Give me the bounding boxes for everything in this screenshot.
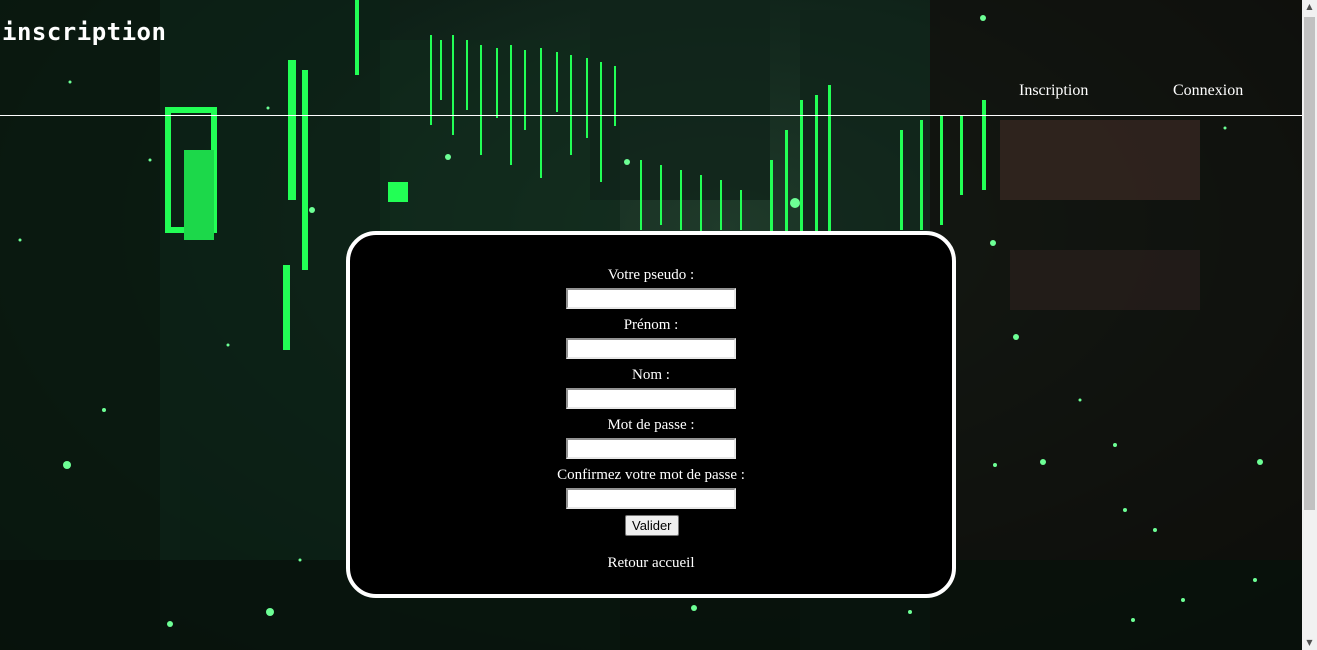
submit-button[interactable]: Valider [625,515,679,536]
confirm-password-label: Confirmez votre mot de passe : [557,467,745,483]
password-field-group: Mot de passe : [350,416,952,459]
confirm-password-input[interactable] [566,488,736,509]
confirm-password-field-group: Confirmez votre mot de passe : [350,466,952,509]
page: HOTEL [0,0,1317,650]
back-home-link[interactable]: Retour accueil [350,555,952,572]
vertical-scrollbar[interactable]: ▲ ▼ [1302,0,1317,650]
password-input[interactable] [566,438,736,459]
pseudo-field-group: Votre pseudo : [350,266,952,309]
page-title: inscription [2,18,167,46]
scroll-down-arrow-icon[interactable]: ▼ [1302,636,1317,650]
pseudo-label: Votre pseudo : [607,267,695,283]
nom-input[interactable] [566,388,736,409]
prenom-label: Prénom : [623,317,679,333]
nom-field-group: Nom : [350,366,952,409]
scroll-thumb[interactable] [1304,17,1315,510]
nom-label: Nom : [632,367,670,383]
prenom-field-group: Prénom : [350,316,952,359]
scroll-up-arrow-icon[interactable]: ▲ [1302,0,1317,14]
password-label: Mot de passe : [607,417,695,433]
pseudo-input[interactable] [566,288,736,309]
nav-link-inscription[interactable]: Inscription [1019,82,1088,100]
signup-form: Votre pseudo : Prénom : Nom : Mot de pas… [346,231,956,598]
prenom-input[interactable] [566,338,736,359]
header-divider [0,115,1302,116]
top-nav: Inscription Connexion [902,82,1302,102]
nav-link-connexion[interactable]: Connexion [1173,82,1243,100]
